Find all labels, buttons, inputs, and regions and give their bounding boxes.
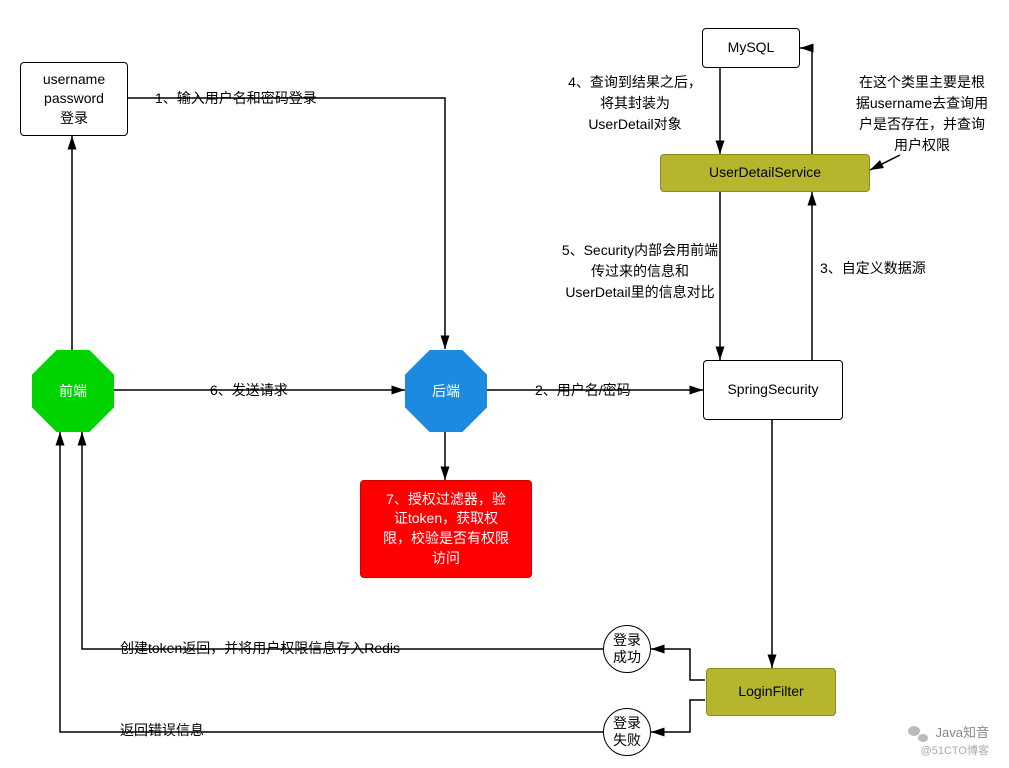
node-backend: 后端 xyxy=(405,350,487,432)
node-login-filter: LoginFilter xyxy=(706,668,836,716)
node-login-box: username password 登录 xyxy=(20,62,128,136)
note-user-detail-service: 在这个类里主要是根 据username去查询用 户是否存在，并查询 用户权限 xyxy=(846,72,998,156)
edge-label-2: 2、用户名/密码 xyxy=(535,380,631,401)
node-backend-label: 后端 xyxy=(432,381,460,401)
wechat-icon xyxy=(908,726,928,742)
edge-label-4: 4、查询到结果之后， 将其封装为 UserDetail对象 xyxy=(550,72,720,135)
node-mysql: MySQL xyxy=(702,28,800,68)
node-spring-security: SpringSecurity xyxy=(703,360,843,420)
node-auth-filter: 7、授权过滤器，验 证token，获取权 限，校验是否有权限 访问 xyxy=(360,480,532,578)
edge-label-return-error: 返回错误信息 xyxy=(120,720,204,741)
node-user-detail-service: UserDetailService xyxy=(660,154,870,192)
node-frontend: 前端 xyxy=(32,350,114,432)
watermark-line1: Java知音 xyxy=(908,722,989,742)
edge-label-5: 5、Security内部会用前端 传过来的信息和 UserDetail里的信息对… xyxy=(545,240,735,303)
node-login-success: 登录 成功 xyxy=(603,625,651,673)
diagram-canvas: username password 登录 前端 后端 MySQL UserDet… xyxy=(0,0,1009,768)
watermark-text-2: @51CTO博客 xyxy=(908,742,989,758)
edge-label-1: 1、输入用户名和密码登录 xyxy=(155,88,317,109)
node-frontend-label: 前端 xyxy=(59,381,87,401)
edge-label-token-redis: 创建token返回，并将用户权限信息存入Redis xyxy=(120,638,400,659)
node-login-fail: 登录 失败 xyxy=(603,708,651,756)
watermark: Java知音 @51CTO博客 xyxy=(908,722,989,758)
edge-label-6: 6、发送请求 xyxy=(210,380,288,401)
watermark-text-1: Java知音 xyxy=(936,725,989,740)
edge-label-3: 3、自定义数据源 xyxy=(820,258,926,279)
